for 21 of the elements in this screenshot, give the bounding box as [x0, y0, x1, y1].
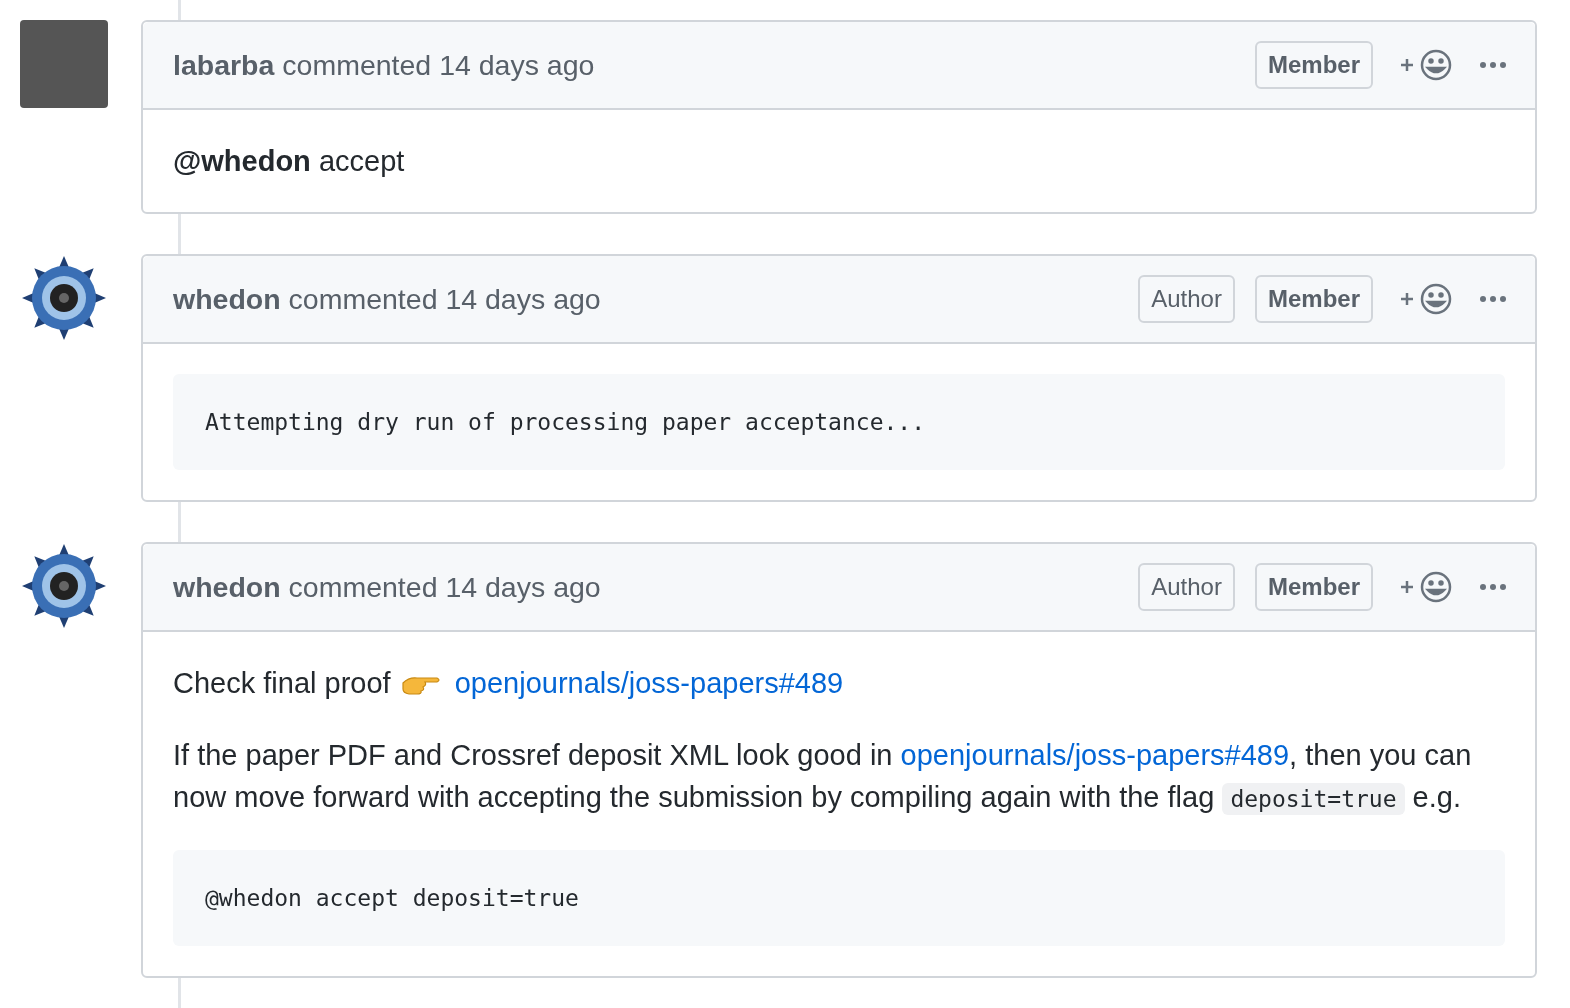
code-block: Attempting dry run of processing paper acceptance... — [173, 374, 1505, 470]
comment-text: If the paper PDF and Crossref deposit XML look good in openjournals/joss-papers#489, then you can now move forward with accepting the submission by compiling again with the flag deposit=true e.g. — [173, 738, 1473, 817]
more-options-icon[interactable] — [1479, 583, 1507, 591]
code-block: @whedon accept deposit=true — [173, 850, 1505, 946]
role-badge: Author — [1138, 275, 1235, 323]
comment-text: @whedon accept — [173, 144, 406, 179]
role-badge: Member — [1254, 563, 1373, 611]
role-badge: Author — [1138, 563, 1235, 611]
inline-code: deposit=true — [1222, 783, 1405, 815]
comment-byline: labarba commented 14 days ago — [173, 48, 596, 82]
comment-text: Check final proof openjournals/joss-papers#489 — [173, 666, 845, 701]
issue-link[interactable]: openjournals/joss-papers#489 — [454, 667, 844, 699]
more-options-icon[interactable] — [1479, 61, 1507, 69]
more-options-icon[interactable] — [1479, 295, 1507, 303]
role-badge: Member — [1254, 275, 1373, 323]
issue-link[interactable]: openjournals/joss-papers#489 — [900, 739, 1290, 771]
comment-byline: whedon commented 14 days ago — [173, 282, 602, 316]
comment-byline: whedon commented 14 days ago — [173, 570, 602, 604]
star-avatar-icon[interactable] — [20, 542, 108, 630]
role-badge: Member — [1254, 41, 1373, 89]
star-avatar-icon[interactable] — [20, 254, 108, 342]
